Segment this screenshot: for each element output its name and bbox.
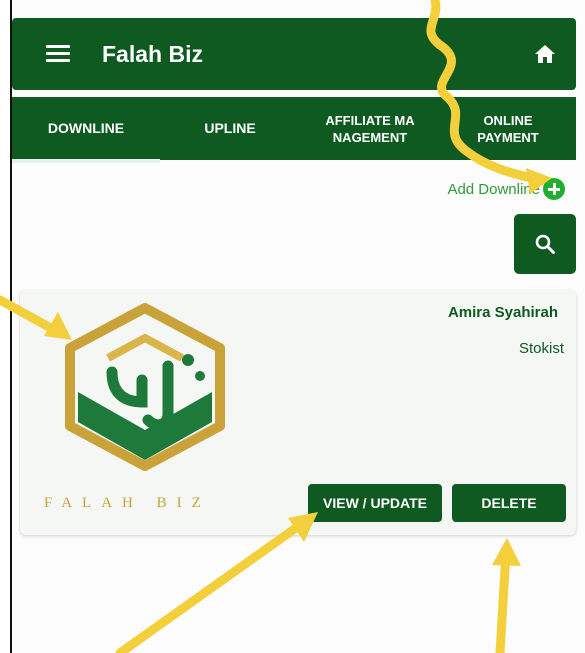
falah-biz-logo [65,303,225,471]
member-name: Amira Syahirah [447,304,558,321]
downline-card: FALAH BIZ Amira Syahirah Stokist VIEW / … [20,290,576,535]
search-icon [535,234,555,254]
menu-icon[interactable] [46,45,70,63]
plus-circle-icon [543,178,565,200]
tab-affiliate-management-label: AFFILIATE MA NAGEMENT [325,112,415,145]
add-downline-label: Add Downline [447,180,540,198]
app-bar: Falah Biz [12,18,576,90]
view-update-button[interactable]: VIEW / UPDATE [308,484,442,522]
tab-bar: DOWNLINE UPLINE AFFILIATE MA NAGEMENT ON… [12,97,576,163]
tab-upline[interactable]: UPLINE [160,97,300,160]
delete-button[interactable]: DELETE [452,484,566,522]
member-role: Stokist [518,340,564,357]
tab-affiliate-management[interactable]: AFFILIATE MA NAGEMENT [300,97,440,160]
tab-online-payment-label: ONLINE PAYMENT [477,112,539,145]
app-title: Falah Biz [102,40,203,67]
logo-wordmark: FALAH BIZ [44,495,211,511]
tab-downline[interactable]: DOWNLINE [12,97,160,163]
add-downline-button[interactable]: Add Downline [447,178,565,200]
tab-online-payment[interactable]: ONLINE PAYMENT [440,97,576,160]
search-button[interactable] [514,214,576,274]
home-icon[interactable] [534,44,556,64]
